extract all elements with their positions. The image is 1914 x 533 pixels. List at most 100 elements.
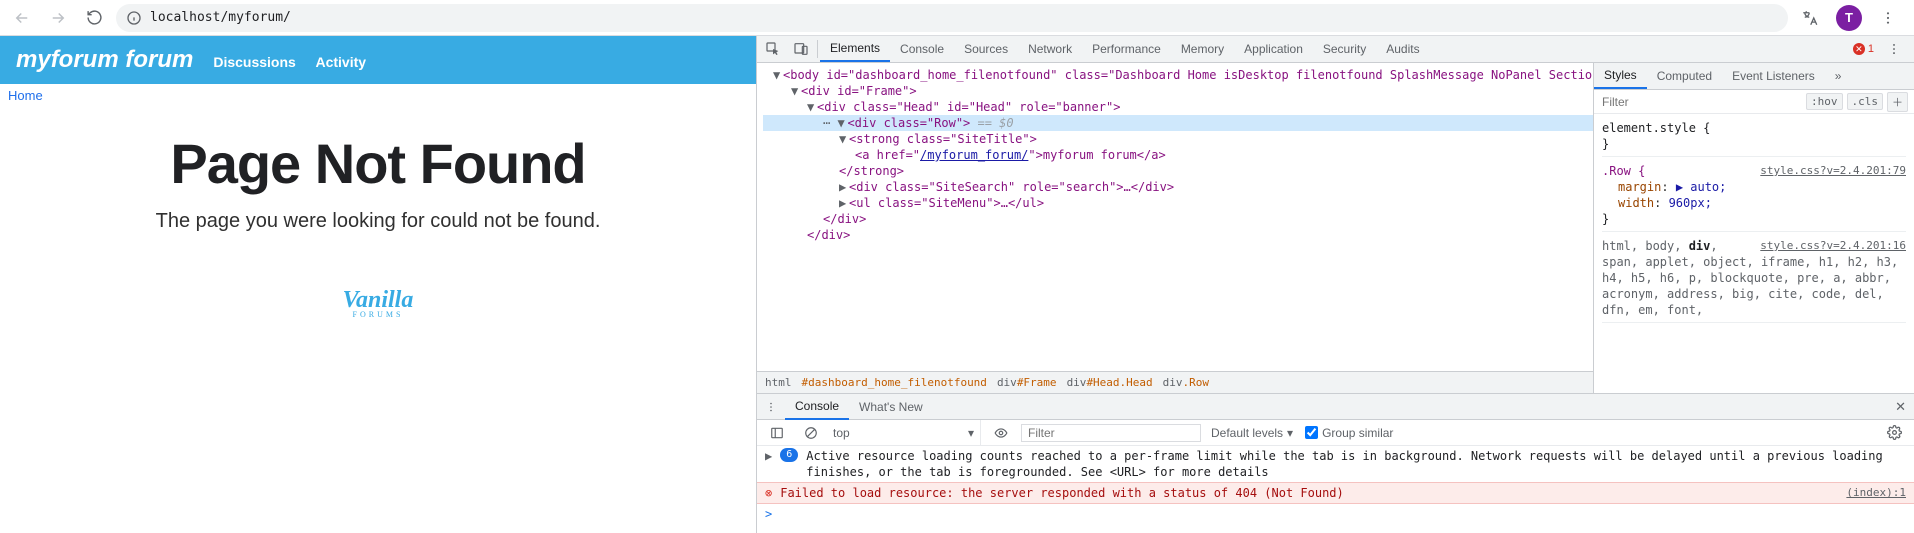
- page-title: Page Not Found: [20, 131, 736, 196]
- context-selector[interactable]: top ▾: [831, 420, 981, 445]
- tab-computed[interactable]: Computed: [1647, 63, 1722, 89]
- forward-button[interactable]: [44, 4, 72, 32]
- page-viewport: myforum forum Discussions Activity Home …: [0, 36, 756, 533]
- console-prompt[interactable]: >: [757, 504, 1914, 524]
- message-text: Failed to load resource: the server resp…: [780, 485, 1838, 501]
- message-text: Active resource loading counts reached t…: [806, 448, 1906, 480]
- address-bar[interactable]: localhost/myforum/: [116, 4, 1788, 32]
- device-toolbar-button[interactable]: [787, 36, 815, 62]
- styles-tabs: Styles Computed Event Listeners »: [1594, 63, 1914, 90]
- group-similar-toggle[interactable]: Group similar: [1305, 426, 1393, 440]
- rule-source-link[interactable]: style.css?v=2.4.201:16: [1760, 238, 1906, 254]
- tab-more[interactable]: »: [1825, 63, 1852, 89]
- arrow-right-icon: [49, 9, 67, 27]
- bc-frame[interactable]: div#Frame: [997, 376, 1057, 389]
- dom-node[interactable]: ▼<div id="Frame">: [763, 83, 1593, 99]
- tab-event-listeners[interactable]: Event Listeners: [1722, 63, 1825, 89]
- tab-application[interactable]: Application: [1234, 36, 1313, 62]
- devtools-topbar: Elements Console Sources Network Perform…: [757, 36, 1914, 63]
- rule-row[interactable]: style.css?v=2.4.201:79 .Row { margin: ▶ …: [1602, 161, 1906, 232]
- kebab-icon: [1880, 10, 1896, 26]
- dom-node[interactable]: ▼<body id="dashboard_home_filenotfound" …: [763, 67, 1593, 83]
- dom-node[interactable]: ▼<strong class="SiteTitle">: [763, 131, 1593, 147]
- url-text: localhost/myforum/: [150, 10, 291, 25]
- console-messages[interactable]: ▶ 6 Active resource loading counts reach…: [757, 446, 1914, 533]
- bc-head[interactable]: div#Head.Head: [1067, 376, 1153, 389]
- devtools: Elements Console Sources Network Perform…: [756, 36, 1914, 533]
- group-similar-checkbox[interactable]: [1305, 426, 1318, 439]
- breadcrumb-home[interactable]: Home: [8, 88, 43, 103]
- drawer-tab-console[interactable]: Console: [785, 394, 849, 420]
- new-rule-button[interactable]: ＋: [1887, 92, 1908, 112]
- dom-node[interactable]: ▼<div class="Head" id="Head" role="banne…: [763, 99, 1593, 115]
- tab-sources[interactable]: Sources: [954, 36, 1018, 62]
- log-level-selector[interactable]: Default levels ▾: [1211, 426, 1293, 440]
- rule-reset[interactable]: style.css?v=2.4.201:16 html, body, div, …: [1602, 236, 1906, 323]
- console-toolbar: top ▾ Default levels ▾ Group similar: [757, 420, 1914, 446]
- sidebar-icon: [770, 426, 784, 440]
- console-message-info[interactable]: ▶ 6 Active resource loading counts reach…: [757, 446, 1914, 482]
- dom-node-selected[interactable]: ⋯ ▼<div class="Row"> == $0: [763, 115, 1593, 131]
- tab-styles[interactable]: Styles: [1594, 63, 1647, 89]
- dom-node[interactable]: ▶<ul class="SiteMenu">…</ul>: [763, 195, 1593, 211]
- browser-menu-button[interactable]: [1874, 4, 1902, 32]
- error-count: 1: [1868, 43, 1874, 55]
- console-filter-input[interactable]: [1021, 424, 1201, 442]
- styles-filter-input[interactable]: [1594, 95, 1806, 109]
- drawer-tab-whatsnew[interactable]: What's New: [849, 394, 933, 420]
- dom-tree[interactable]: ▼<body id="dashboard_home_filenotfound" …: [757, 63, 1593, 371]
- reload-button[interactable]: [80, 4, 108, 32]
- profile-avatar[interactable]: T: [1836, 5, 1862, 31]
- translate-button[interactable]: [1796, 4, 1824, 32]
- styles-filter-row: :hov .cls ＋: [1594, 90, 1914, 114]
- inspect-element-button[interactable]: [759, 36, 787, 62]
- toolbar-right: T: [1796, 4, 1906, 32]
- message-source-link[interactable]: (index):1: [1846, 485, 1906, 501]
- workspace: myforum forum Discussions Activity Home …: [0, 36, 1914, 533]
- tab-memory[interactable]: Memory: [1171, 36, 1234, 62]
- separator: [817, 40, 818, 58]
- console-sidebar-toggle[interactable]: [763, 420, 791, 446]
- back-button[interactable]: [8, 4, 36, 32]
- devtools-menu-button[interactable]: [1880, 36, 1908, 62]
- tab-performance[interactable]: Performance: [1082, 36, 1171, 62]
- logo-sub: FORUMS: [353, 310, 404, 319]
- inspect-icon: [765, 41, 781, 57]
- tab-audits[interactable]: Audits: [1376, 36, 1429, 62]
- rule-element-style[interactable]: element.style { }: [1602, 118, 1906, 157]
- not-found-text: The page you were looking for could not …: [20, 210, 736, 233]
- nav-activity[interactable]: Activity: [315, 54, 366, 70]
- styles-rules[interactable]: element.style { } style.css?v=2.4.201:79…: [1594, 114, 1914, 393]
- drawer-menu-button[interactable]: [757, 394, 785, 420]
- rule-source-link[interactable]: style.css?v=2.4.201:79: [1760, 163, 1906, 179]
- bc-row[interactable]: div.Row: [1163, 376, 1209, 389]
- tab-console[interactable]: Console: [890, 36, 954, 62]
- dom-breadcrumb[interactable]: html #dashboard_home_filenotfound div#Fr…: [757, 371, 1593, 393]
- live-expression-button[interactable]: [987, 420, 1015, 446]
- logo-script: Vanilla: [343, 291, 414, 310]
- repeat-count-badge: 6: [780, 448, 798, 462]
- console-message-error[interactable]: ⊗ Failed to load resource: the server re…: [757, 482, 1914, 504]
- vanilla-logo[interactable]: Vanilla FORUMS: [318, 283, 438, 327]
- dom-node[interactable]: </div>: [763, 211, 1593, 227]
- bc-body[interactable]: #dashboard_home_filenotfound: [802, 376, 987, 389]
- not-found-panel: Page Not Found The page you were looking…: [0, 107, 756, 337]
- clear-console-button[interactable]: [797, 420, 825, 446]
- expand-icon[interactable]: ▶: [765, 448, 772, 480]
- error-indicator[interactable]: ✕ 1: [1853, 43, 1874, 55]
- bc-html[interactable]: html: [765, 376, 792, 389]
- dom-node[interactable]: </div>: [763, 227, 1593, 243]
- nav-discussions[interactable]: Discussions: [213, 54, 295, 70]
- cls-toggle[interactable]: .cls: [1847, 93, 1884, 110]
- dom-node[interactable]: <a href="/myforum_forum/">myforum forum<…: [763, 147, 1593, 163]
- hov-toggle[interactable]: :hov: [1806, 93, 1843, 110]
- tab-elements[interactable]: Elements: [820, 36, 890, 62]
- dom-node[interactable]: ▶<div class="SiteSearch" role="search">……: [763, 179, 1593, 195]
- translate-icon: [1801, 9, 1819, 27]
- tab-network[interactable]: Network: [1018, 36, 1082, 62]
- console-settings-button[interactable]: [1880, 420, 1908, 446]
- site-title[interactable]: myforum forum: [16, 46, 193, 74]
- dom-node[interactable]: </strong>: [763, 163, 1593, 179]
- tab-security[interactable]: Security: [1313, 36, 1376, 62]
- drawer-close-button[interactable]: ✕: [1887, 399, 1914, 415]
